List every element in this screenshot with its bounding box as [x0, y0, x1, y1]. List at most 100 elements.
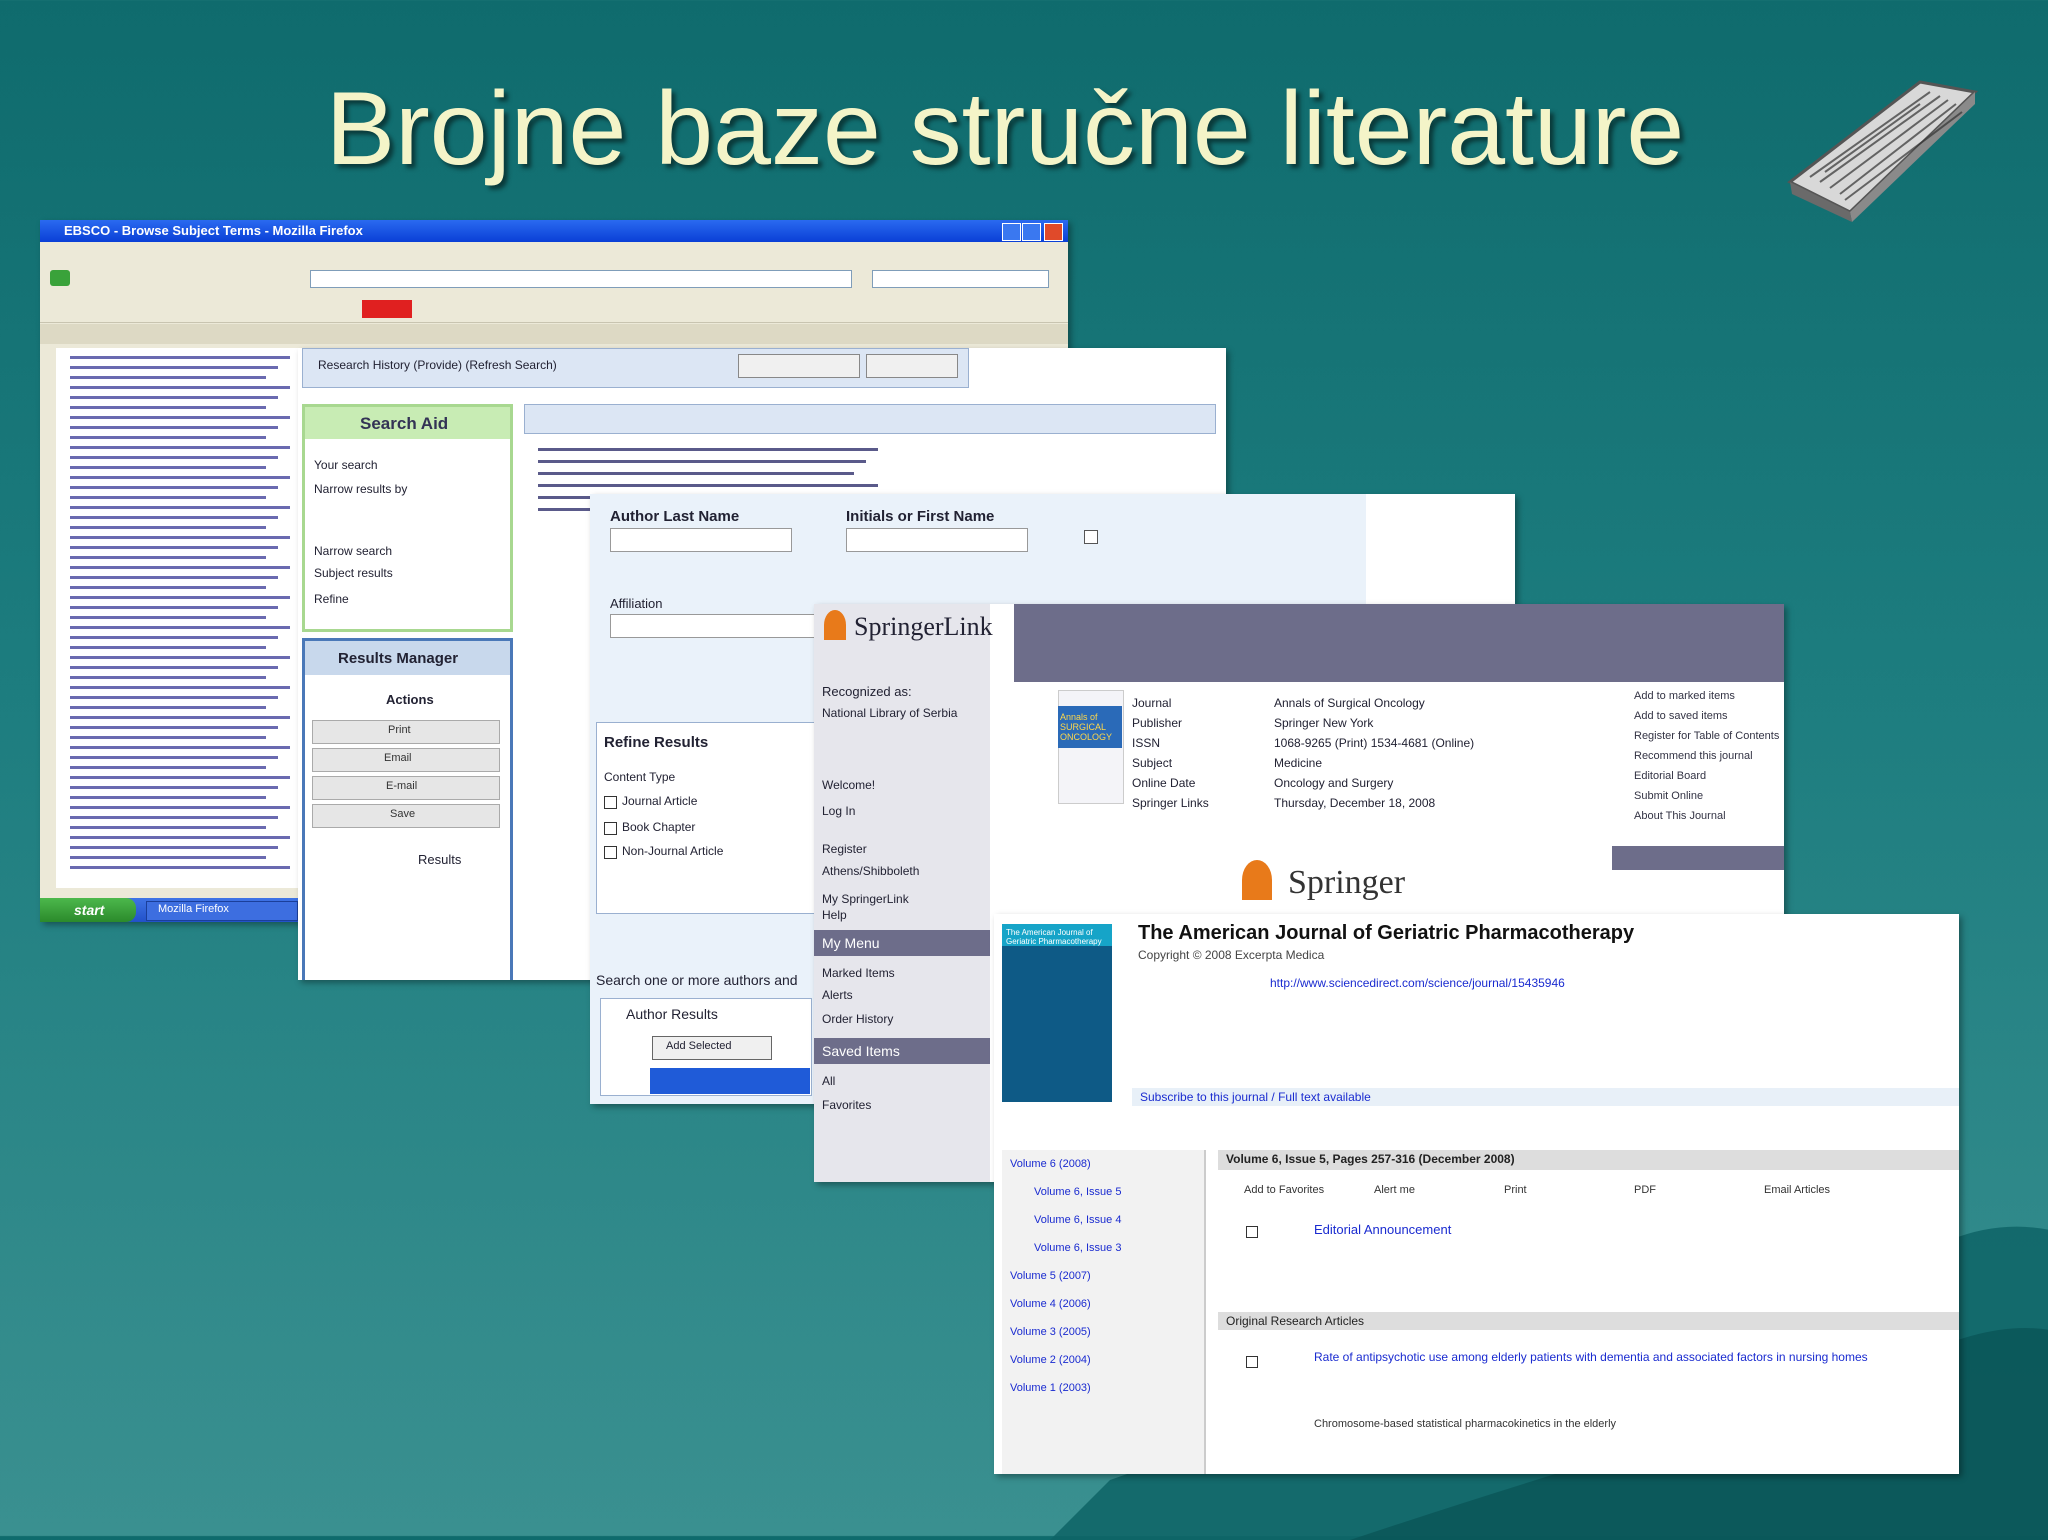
nav-item[interactable]: Help — [822, 908, 847, 922]
search-aid-item[interactable]: Refine — [314, 592, 349, 606]
issue-toolbar-item[interactable]: Add to Favorites — [1244, 1184, 1324, 1196]
refine-checkbox[interactable] — [604, 822, 617, 835]
close-icon[interactable] — [1044, 223, 1063, 241]
text-line — [538, 448, 878, 451]
nav-item[interactable]: My SpringerLink — [822, 892, 909, 906]
search-aid-item[interactable]: Narrow search — [314, 544, 392, 558]
tab-bar — [40, 324, 1068, 344]
my-menu-item[interactable]: Marked Items — [822, 966, 895, 980]
text-line — [70, 416, 290, 419]
ajgp-link[interactable]: http://www.sciencedirect.com/science/jou… — [1270, 976, 1565, 990]
book-icon — [1787, 80, 1979, 222]
exact-match-checkbox[interactable] — [1084, 530, 1098, 544]
text-line — [70, 376, 266, 379]
text-line — [70, 806, 290, 809]
saved-item[interactable]: Favorites — [822, 1098, 871, 1112]
volume-list-item[interactable]: Volume 1 (2003) — [1010, 1382, 1091, 1394]
volume-list-item[interactable]: Volume 5 (2007) — [1010, 1270, 1091, 1282]
issue-toolbar-item[interactable]: Email Articles — [1764, 1184, 1830, 1196]
action-button-label: Save — [390, 808, 416, 820]
search-aid-item[interactable]: Your search — [314, 458, 378, 472]
journal-action-link[interactable]: About This Journal — [1634, 810, 1726, 822]
refine-item: Non-Journal Article — [622, 844, 724, 858]
journal-info-label: Journal — [1132, 696, 1172, 710]
issue-toolbar-item[interactable]: Print — [1504, 1184, 1527, 1196]
initials-label: Initials or First Name — [846, 508, 995, 525]
volume-list-item[interactable]: Volume 4 (2006) — [1010, 1298, 1091, 1310]
results-header-bar — [524, 404, 1216, 434]
text-line — [70, 796, 266, 799]
affiliation-input[interactable] — [610, 614, 832, 638]
article1-title[interactable]: Editorial Announcement — [1314, 1222, 1451, 1237]
volume-list-item[interactable]: Volume 2 (2004) — [1010, 1354, 1091, 1366]
my-menu-item[interactable]: Order History — [822, 1012, 893, 1026]
section-header: Original Research Articles — [1226, 1314, 1365, 1328]
refine-checkbox[interactable] — [604, 796, 617, 809]
text-line — [70, 526, 266, 529]
text-line — [70, 656, 290, 659]
journal-action-link[interactable]: Add to saved items — [1634, 710, 1728, 722]
volume-list-item[interactable]: Volume 3 (2005) — [1010, 1326, 1091, 1338]
last-name-input[interactable] — [610, 528, 792, 552]
my-menu-item[interactable]: Alerts — [822, 988, 853, 1002]
article-checkbox[interactable] — [1246, 1356, 1258, 1368]
nav-item[interactable]: Athens/Shibboleth — [822, 864, 919, 878]
view-button[interactable] — [866, 354, 958, 378]
refine-item: Journal Article — [622, 794, 698, 808]
nav-item[interactable]: Log In — [822, 804, 855, 818]
ajgp-cover — [1002, 924, 1112, 1102]
refine-checkbox[interactable] — [604, 846, 617, 859]
text-line — [70, 716, 290, 719]
minimize-icon[interactable] — [1002, 223, 1021, 241]
text-line — [70, 816, 278, 819]
action-button-label: Email — [384, 752, 412, 764]
bookmark-badge[interactable] — [362, 300, 412, 318]
ajgp-cover-title: The American Journal of Geriatric Pharma… — [1006, 928, 1102, 946]
volume-list-item[interactable]: Volume 6 (2008) — [1010, 1158, 1091, 1170]
author-results-label: Author Results — [626, 1006, 718, 1022]
springerlink-logo: SpringerLink — [854, 612, 993, 641]
refine-title: Refine Results — [604, 734, 709, 751]
text-line — [70, 706, 266, 709]
issue-toolbar-item[interactable]: Alert me — [1374, 1184, 1415, 1196]
journal-action-link[interactable]: Add to marked items — [1634, 690, 1735, 702]
print-email-button[interactable] — [738, 354, 860, 378]
url-input[interactable] — [310, 270, 852, 288]
journal-action-link[interactable]: Editorial Board — [1634, 770, 1706, 782]
volume-list-item[interactable]: Volume 6, Issue 3 — [1034, 1242, 1121, 1254]
affiliation-label: Affiliation — [610, 596, 663, 611]
maximize-icon[interactable] — [1022, 223, 1041, 241]
volume-list-item[interactable]: Volume 6, Issue 5 — [1034, 1186, 1121, 1198]
text-line — [70, 456, 278, 459]
subscription-note[interactable]: Subscribe to this journal / Full text av… — [1140, 1090, 1371, 1104]
text-line — [70, 856, 266, 859]
text-line — [70, 626, 290, 629]
back-icon[interactable] — [50, 270, 70, 286]
saved-item[interactable]: All — [822, 1074, 835, 1088]
text-line — [70, 596, 290, 599]
authors-line: Chromosome-based statistical pharmacokin… — [1314, 1418, 1617, 1430]
journal-action-link[interactable]: Register for Table of Contents Alerts — [1634, 730, 1779, 742]
text-line — [70, 446, 290, 449]
text-line — [70, 676, 266, 679]
article-checkbox[interactable] — [1246, 1226, 1258, 1238]
initials-input[interactable] — [846, 528, 1028, 552]
springer-logo-icon — [1242, 860, 1272, 900]
text-line — [70, 746, 290, 749]
text-line — [70, 476, 290, 479]
article2-title[interactable]: Rate of antipsychotic use among elderly … — [1314, 1350, 1868, 1364]
search-input[interactable] — [872, 270, 1049, 288]
search-aid-item[interactable]: Subject results — [314, 566, 393, 580]
volume-list-item[interactable]: Volume 6, Issue 4 — [1034, 1214, 1121, 1226]
volume-sidebar — [1002, 1150, 1206, 1474]
text-line — [70, 586, 266, 589]
text-line — [538, 472, 854, 475]
issue-toolbar-item[interactable]: PDF — [1634, 1184, 1656, 1196]
journal-action-link[interactable]: Recommend this journal — [1634, 750, 1753, 762]
journal-action-link[interactable]: Submit Online — [1634, 790, 1703, 802]
search-history-label: Research History (Provide) (Refresh Sear… — [318, 358, 557, 372]
text-line — [70, 836, 290, 839]
search-aid-item[interactable]: Narrow results by — [314, 482, 407, 496]
selected-row[interactable] — [650, 1068, 810, 1094]
nav-item[interactable]: Register — [822, 842, 867, 856]
